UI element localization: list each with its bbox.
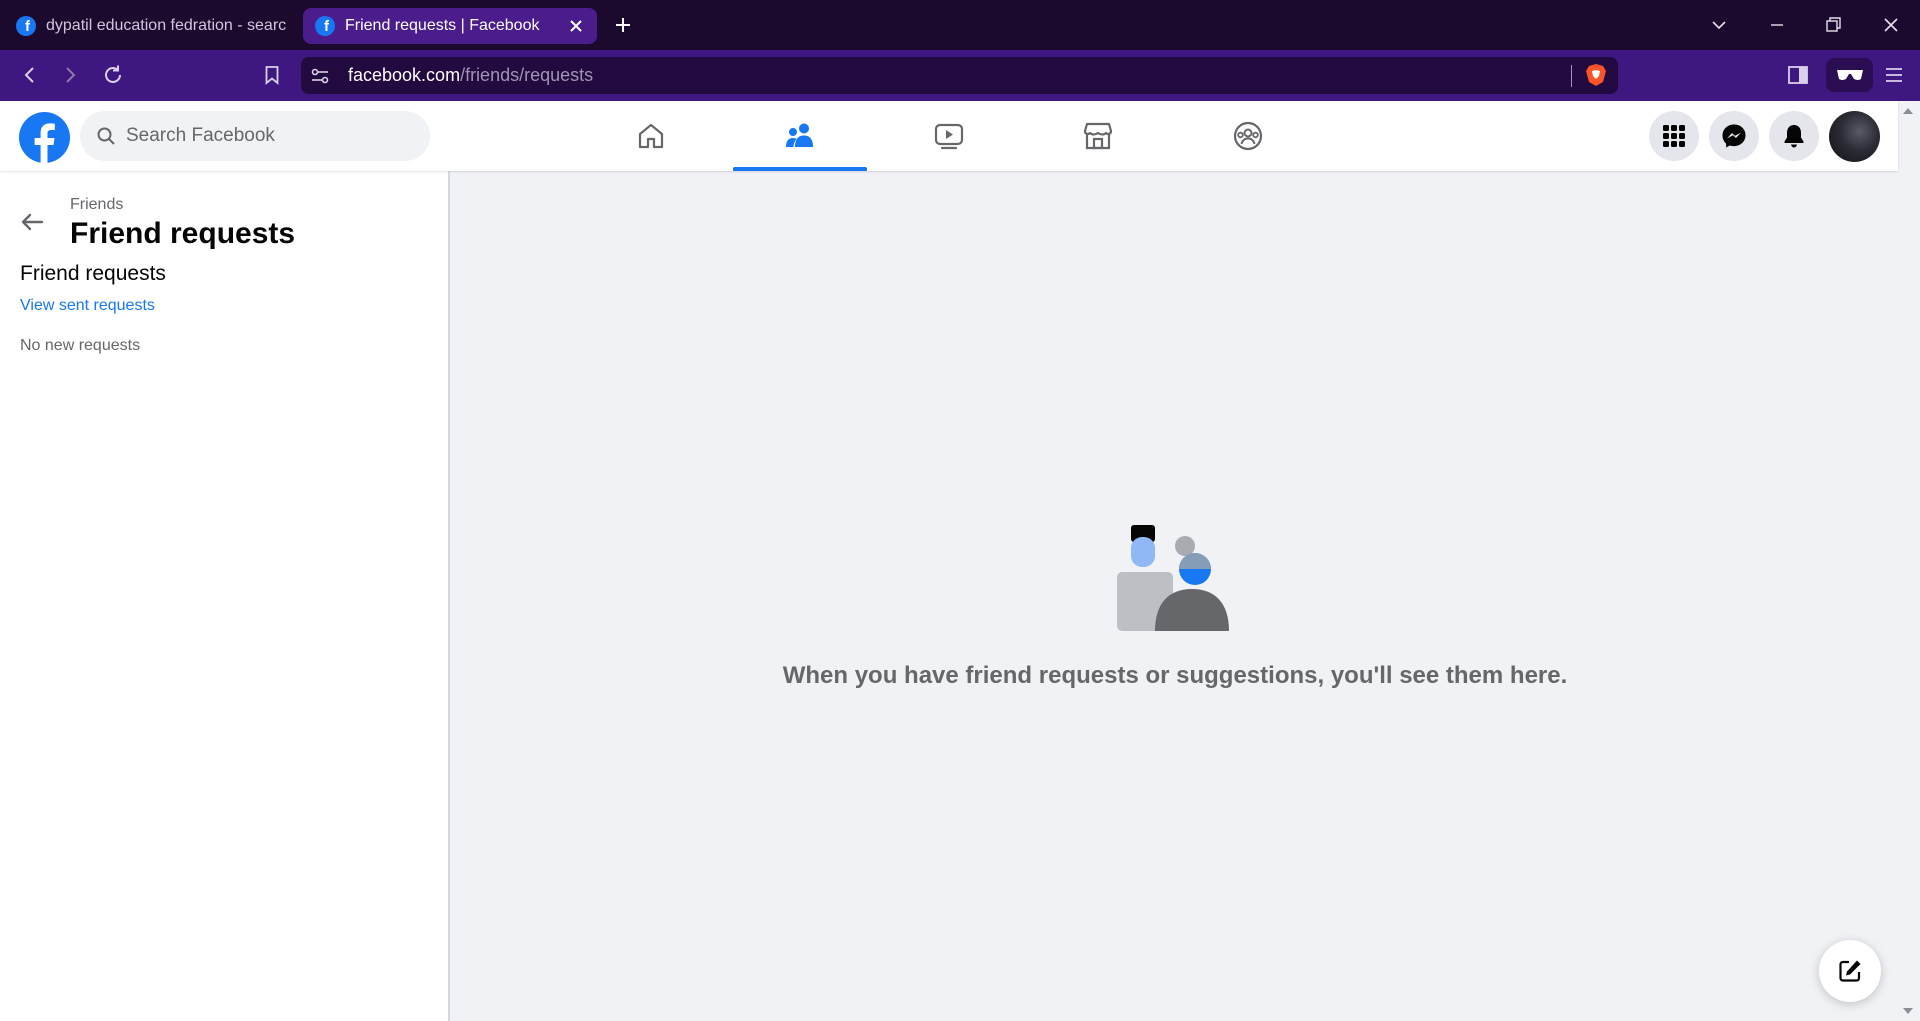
notifications-icon [1784, 125, 1804, 148]
notifications-button[interactable] [1769, 111, 1819, 161]
url-domain: facebook.com [348, 65, 461, 85]
friends-icon [786, 123, 813, 147]
facebook-favicon-icon: f [315, 16, 335, 36]
menu-button[interactable] [1649, 111, 1699, 161]
facebook-favicon-icon: f [16, 16, 36, 36]
menu-grid-icon [1663, 125, 1685, 147]
page-title: Friend requests [70, 217, 296, 250]
watch-icon [934, 123, 964, 150]
search-input[interactable] [126, 125, 426, 147]
close-window-icon[interactable] [1880, 14, 1902, 36]
nav-groups[interactable] [1181, 101, 1315, 171]
back-icon[interactable] [18, 63, 42, 87]
new-tab-icon[interactable] [611, 13, 635, 37]
browser-tab-bar: f dypatil education fedration - search f… [0, 0, 1920, 50]
tab-title: dypatil education fedration - search [46, 17, 286, 34]
facebook-header [0, 101, 1898, 171]
back-arrow-icon[interactable] [16, 206, 48, 238]
compose-icon [1839, 960, 1861, 982]
tab-search-chevron-icon[interactable] [1708, 14, 1730, 36]
reload-icon[interactable] [101, 63, 125, 87]
url-path: /friends/requests [460, 65, 594, 85]
glasses-icon [1836, 70, 1863, 80]
profile-avatar[interactable] [1829, 111, 1880, 162]
marketplace-icon [1083, 122, 1113, 150]
restore-icon[interactable] [1822, 14, 1844, 36]
home-icon [638, 123, 664, 149]
nav-friends[interactable] [733, 101, 867, 171]
nav-watch[interactable] [882, 101, 1016, 171]
nav-marketplace[interactable] [1031, 101, 1165, 171]
new-message-button[interactable] [1819, 940, 1881, 1002]
minimize-icon[interactable] [1766, 14, 1788, 36]
browser-tab-friend-requests[interactable]: f Friend requests | Facebook [303, 8, 597, 44]
main-content: When you have friend requests or suggest… [452, 171, 1898, 1021]
scroll-up-arrow[interactable] [1903, 108, 1913, 114]
breadcrumb[interactable]: Friends [70, 196, 123, 214]
url-text[interactable]: facebook.com/friends/requests [348, 64, 593, 86]
search-box[interactable] [80, 111, 430, 161]
browser-tab-search[interactable]: f dypatil education fedration - search [4, 8, 300, 44]
tab-title: Friend requests | Facebook [345, 17, 540, 34]
speedreader-button[interactable] [1826, 58, 1873, 92]
messenger-icon [1722, 124, 1746, 148]
messenger-button[interactable] [1709, 111, 1759, 161]
forward-icon[interactable] [58, 63, 82, 87]
bookmark-icon[interactable] [260, 63, 284, 87]
search-icon [97, 127, 115, 145]
site-settings-icon[interactable] [309, 65, 331, 87]
sidebar-toggle-icon[interactable] [1786, 64, 1810, 86]
close-tab-icon[interactable] [567, 17, 585, 35]
scroll-down-arrow[interactable] [1903, 1008, 1913, 1014]
browser-menu-icon[interactable] [1883, 65, 1905, 85]
empty-state-message: When you have friend requests or suggest… [782, 662, 1568, 689]
brave-shields-icon[interactable] [1585, 63, 1607, 87]
page-scrollbar[interactable] [1898, 101, 1920, 1021]
nav-home[interactable] [584, 101, 718, 171]
groups-icon [1233, 121, 1263, 151]
left-sidebar: Friends Friend requests Friend requests … [0, 171, 450, 1021]
section-title: Friend requests [20, 262, 166, 285]
view-sent-requests-link[interactable]: View sent requests [20, 297, 155, 315]
friends-empty-illustration-icon [1117, 525, 1229, 631]
no-requests-text: No new requests [20, 337, 141, 354]
facebook-logo-icon[interactable] [19, 112, 70, 163]
url-divider [1571, 65, 1572, 87]
